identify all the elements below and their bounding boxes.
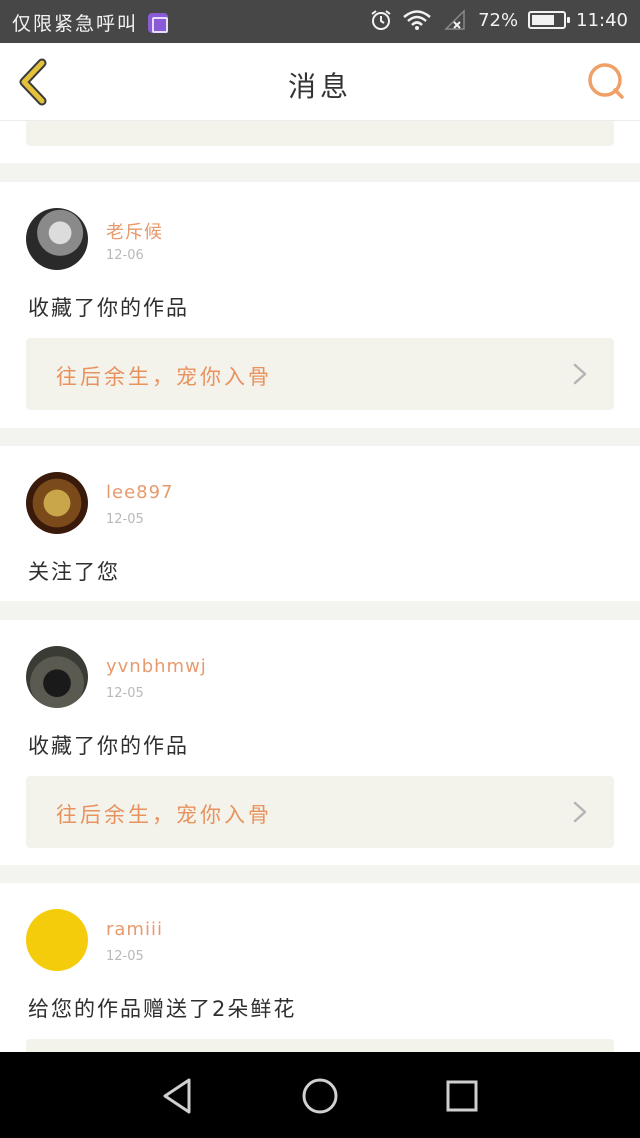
work-title: 往后余生，宠你入骨 (56, 365, 272, 389)
work-preview[interactable]: 往后余生，宠你入骨 (26, 338, 614, 410)
username[interactable]: lee897 (106, 482, 174, 503)
work-preview[interactable] (26, 1039, 614, 1052)
avatar[interactable] (26, 472, 88, 534)
signal-icon (444, 9, 465, 30)
message-card[interactable]: yvnbhmwj 12-05 收藏了你的作品 往后余生，宠你入骨 (0, 620, 640, 865)
status-bar: 仅限紧急呼叫 72% 11:40 (0, 0, 640, 43)
message-text: 收藏了你的作品 (28, 296, 189, 320)
work-preview[interactable] (26, 121, 614, 146)
avatar[interactable] (26, 646, 88, 708)
message-list: 老斥候 12-06 收藏了你的作品 往后余生，宠你入骨 lee897 12-05… (0, 121, 640, 1052)
carrier-text: 仅限紧急呼叫 (12, 13, 139, 35)
work-title: 往后余生，宠你入骨 (56, 803, 272, 827)
battery-percent: 72% (478, 9, 519, 31)
message-card-partial[interactable] (0, 121, 640, 163)
nav-recents-icon[interactable] (440, 1074, 484, 1118)
gallery-icon (148, 12, 169, 33)
clock: 11:40 (576, 9, 628, 31)
avatar[interactable] (26, 208, 88, 270)
message-date: 12-06 (106, 248, 144, 263)
message-card[interactable]: 老斥候 12-06 收藏了你的作品 往后余生，宠你入骨 (0, 182, 640, 428)
navigation-bar (0, 1052, 640, 1138)
nav-home-icon[interactable] (298, 1074, 342, 1118)
page-title: 消息 (287, 70, 352, 103)
username[interactable]: 老斥候 (106, 218, 163, 244)
chevron-right-icon (573, 801, 587, 823)
username[interactable]: ramiii (106, 919, 163, 940)
message-card[interactable]: lee897 12-05 关注了您 (0, 446, 640, 601)
wifi-icon (403, 10, 431, 30)
message-date: 12-05 (106, 686, 144, 701)
message-text: 关注了您 (28, 560, 120, 584)
avatar[interactable] (26, 909, 88, 971)
battery-icon (528, 11, 571, 29)
work-preview[interactable]: 往后余生，宠你入骨 (26, 776, 614, 848)
status-left: 仅限紧急呼叫 (12, 9, 169, 36)
battery-level (532, 15, 554, 25)
message-date: 12-05 (106, 512, 144, 527)
username[interactable]: yvnbhmwj (106, 656, 207, 677)
nav-back-icon[interactable] (156, 1074, 200, 1118)
status-right: 72% 11:40 (370, 9, 628, 31)
alarm-icon (371, 10, 391, 30)
message-text: 收藏了你的作品 (28, 734, 189, 758)
header: 消息 (0, 43, 640, 121)
message-card[interactable]: ramiii 12-05 给您的作品赠送了2朵鲜花 (0, 883, 640, 1052)
search-icon[interactable] (586, 61, 626, 101)
chevron-right-icon (573, 363, 587, 385)
message-date: 12-05 (106, 949, 144, 964)
message-text: 给您的作品赠送了2朵鲜花 (28, 997, 297, 1021)
